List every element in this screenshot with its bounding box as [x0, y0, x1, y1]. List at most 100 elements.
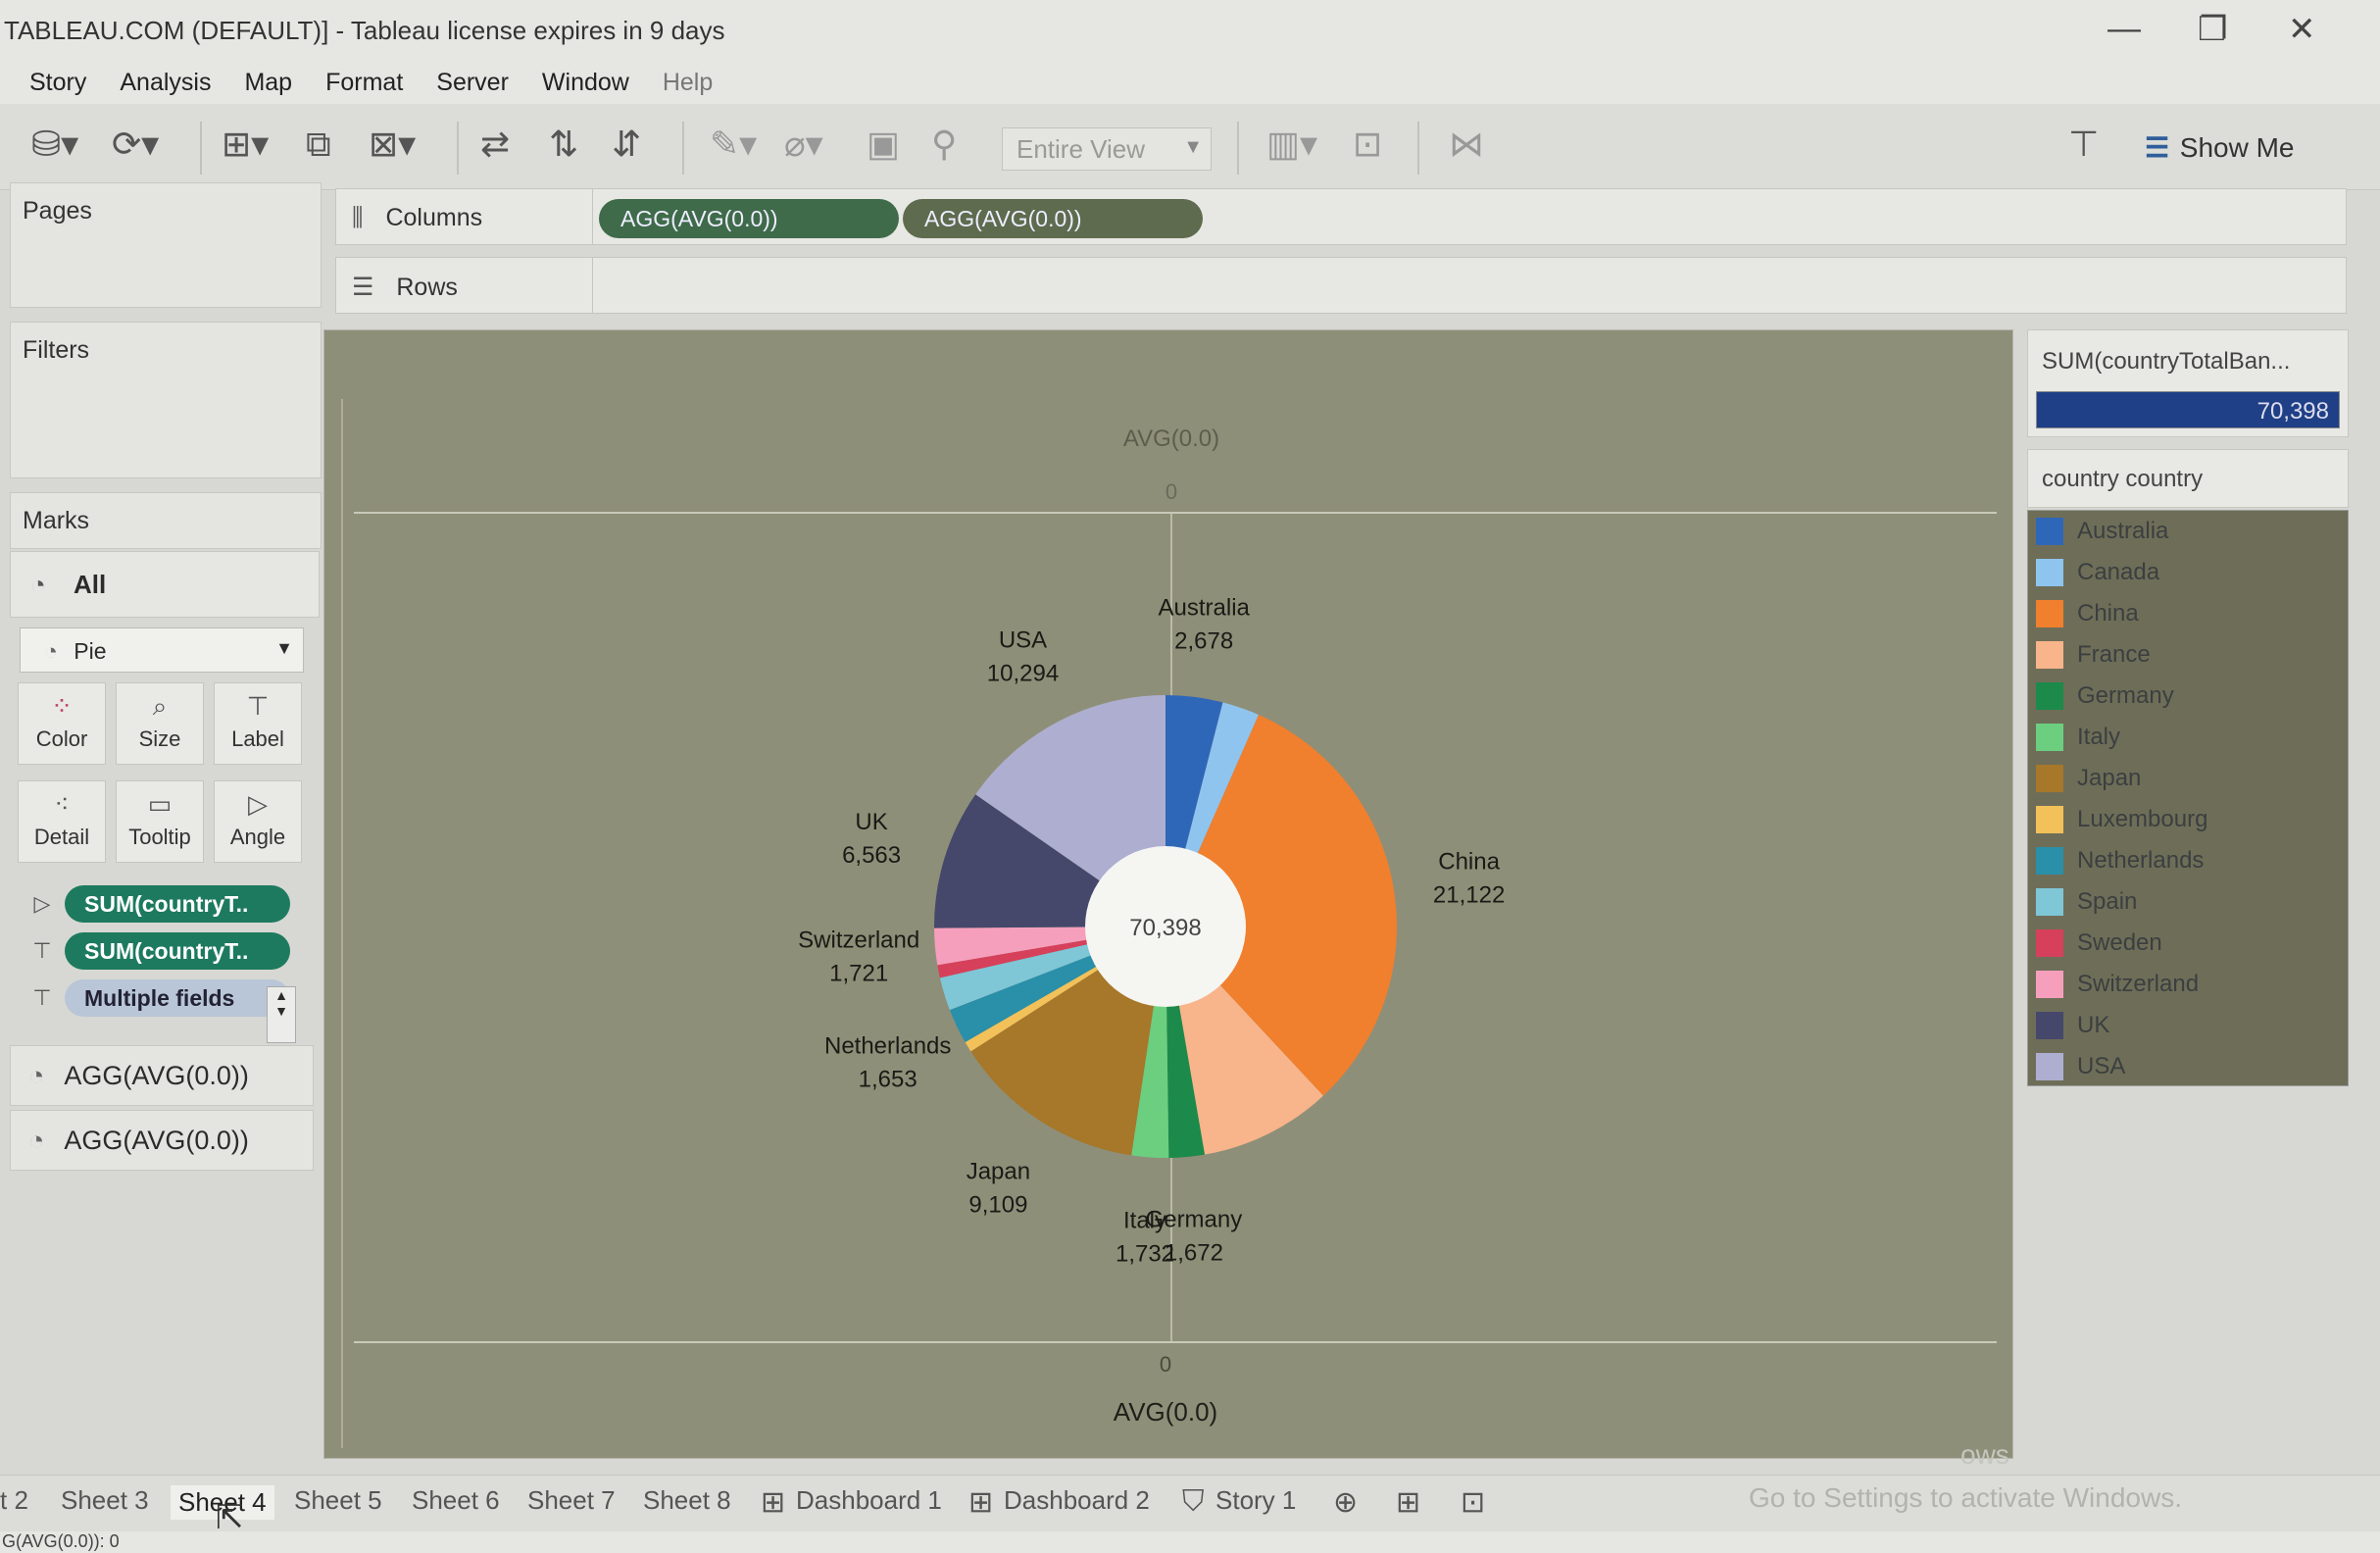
- minimize-button[interactable]: —: [2107, 10, 2141, 48]
- pin-icon[interactable]: ⊤: [2068, 124, 2099, 165]
- color-card[interactable]: ⁘ Color: [18, 682, 106, 765]
- sheet-tab[interactable]: Sheet 8: [643, 1485, 731, 1516]
- legend-item[interactable]: France: [2028, 634, 2348, 676]
- columns-icon: ⫼: [352, 204, 364, 231]
- legend-item[interactable]: Japan: [2028, 758, 2348, 799]
- size-legend[interactable]: SUM(countryTotalBan... 70,398: [2027, 329, 2349, 437]
- sheet-tab[interactable]: Sheet 5: [294, 1485, 382, 1516]
- duplicate-sheet-icon[interactable]: ⧉: [306, 124, 331, 166]
- sort-descending-icon[interactable]: ⇵: [612, 124, 641, 165]
- menu-analysis[interactable]: Analysis: [120, 69, 211, 97]
- presentation-mode-icon[interactable]: ⊡: [1353, 124, 1382, 165]
- legend-item-label: Japan: [2077, 765, 2142, 791]
- label-field-pill[interactable]: SUM(countryT..: [65, 932, 290, 970]
- legend-item[interactable]: Germany: [2028, 676, 2348, 717]
- chart-view[interactable]: AVG(0.0) 0 0 AVG(0.0) 70,398 Australia 2,…: [323, 329, 2013, 1459]
- show-cards-icon[interactable]: ▥▾: [1266, 124, 1317, 165]
- columns-shelf[interactable]: ⫼ Columns AGG(AVG(0.0)) AGG(AVG(0.0)): [335, 188, 2347, 245]
- legend-item[interactable]: Sweden: [2028, 923, 2348, 964]
- legend-item[interactable]: Italy: [2028, 717, 2348, 758]
- menu-map[interactable]: Map: [244, 69, 292, 97]
- new-worksheet-icon[interactable]: ⊕: [1333, 1485, 1358, 1520]
- menu-format[interactable]: Format: [325, 69, 403, 97]
- label-card[interactable]: ⊤ Label: [214, 682, 302, 765]
- story-tab[interactable]: Story 1: [1215, 1485, 1296, 1516]
- legend-item[interactable]: Australia: [2028, 511, 2348, 552]
- rows-shelf[interactable]: ☰ Rows: [335, 257, 2347, 314]
- dashboard-tab[interactable]: Dashboard 1: [796, 1485, 942, 1516]
- angle-card[interactable]: ▷ Angle: [214, 780, 302, 863]
- label-card-label: Label: [231, 726, 284, 751]
- label-icon: ⊤: [32, 938, 52, 963]
- refresh-icon[interactable]: ⟳▾: [112, 124, 159, 165]
- legend-swatch: [2036, 888, 2063, 916]
- legend-item[interactable]: Canada: [2028, 552, 2348, 593]
- highlight-icon[interactable]: ✎▾: [710, 124, 757, 165]
- dashboard-tab[interactable]: Dashboard 2: [1004, 1485, 1150, 1516]
- top-axis-tick: 0: [1165, 479, 1177, 504]
- detail-card[interactable]: ⁖ Detail: [18, 780, 106, 863]
- tooltip-card[interactable]: ▭ Tooltip: [116, 780, 204, 863]
- legend-item-label: France: [2077, 641, 2151, 668]
- filters-panel[interactable]: Filters: [10, 322, 322, 478]
- fix-axes-icon[interactable]: ⚲: [931, 124, 957, 165]
- column-pill-2[interactable]: AGG(AVG(0.0)): [903, 199, 1203, 238]
- slice-label-uk: UK 6,563: [842, 809, 901, 869]
- menu-window[interactable]: Window: [542, 69, 629, 97]
- share-icon[interactable]: ⋈: [1449, 124, 1484, 165]
- angle-field-pill[interactable]: SUM(countryT..: [65, 885, 290, 923]
- menu-server[interactable]: Server: [436, 69, 509, 97]
- restore-button[interactable]: ❐: [2198, 10, 2227, 49]
- legend-item-label: Australia: [2077, 518, 2169, 544]
- group-members-icon[interactable]: ⌀▾: [784, 124, 823, 165]
- toolbar-separator: [1237, 122, 1239, 175]
- legend-item[interactable]: Luxembourg: [2028, 799, 2348, 840]
- marks-title: Marks: [23, 507, 90, 534]
- legend-item[interactable]: UK: [2028, 1005, 2348, 1046]
- new-story-icon[interactable]: ⊡: [1461, 1485, 1485, 1520]
- fit-dropdown[interactable]: Entire View ▼: [1002, 127, 1212, 171]
- multiple-fields-pill[interactable]: Multiple fields: [65, 979, 290, 1017]
- label-icon: ⊤: [32, 985, 52, 1010]
- size-card[interactable]: ⌕ Size: [116, 682, 204, 765]
- show-me-button[interactable]: ☰ Show Me: [2145, 131, 2295, 164]
- menu-story[interactable]: Story: [29, 69, 86, 97]
- legend-item[interactable]: Netherlands: [2028, 840, 2348, 881]
- legend-item[interactable]: Spain: [2028, 881, 2348, 923]
- sort-ascending-icon[interactable]: ⇅: [549, 124, 578, 165]
- menu-help[interactable]: Help: [663, 69, 713, 97]
- pie-icon: ◔: [44, 638, 58, 664]
- marks-all-card[interactable]: ◔ All: [10, 551, 320, 618]
- sheet-tab[interactable]: t 2: [0, 1485, 28, 1516]
- close-button[interactable]: ✕: [2288, 10, 2316, 49]
- mark-type-dropdown[interactable]: ◔ Pie ▼: [20, 627, 304, 673]
- legend-item-label: UK: [2077, 1012, 2110, 1038]
- sheet-tab[interactable]: Sheet 6: [412, 1485, 500, 1516]
- save-data-source-icon[interactable]: ⛁▾: [31, 124, 78, 165]
- legend-swatch: [2036, 518, 2063, 545]
- marks-scrollbar[interactable]: ▲ ▼: [267, 986, 296, 1043]
- marks-card-agg-2[interactable]: ◔ AGG(AVG(0.0)): [10, 1110, 314, 1171]
- status-bar: G(AVG(0.0)): 0: [0, 1531, 2380, 1553]
- swap-rows-columns-icon[interactable]: ⇄: [480, 124, 510, 165]
- column-pill-1[interactable]: AGG(AVG(0.0)): [599, 199, 899, 238]
- show-mark-labels-icon[interactable]: ▣: [867, 124, 900, 165]
- legend-item[interactable]: USA: [2028, 1046, 2348, 1087]
- new-dashboard-icon[interactable]: ⊞: [1396, 1485, 1420, 1520]
- legend-swatch: [2036, 641, 2063, 669]
- angle-icon: ▷: [33, 891, 51, 916]
- new-worksheet-icon[interactable]: ⊞▾: [222, 124, 269, 165]
- rows-icon: ☰: [352, 274, 374, 301]
- marks-card-agg-1[interactable]: ◔ AGG(AVG(0.0)): [10, 1045, 314, 1106]
- sheet-tab[interactable]: Sheet 3: [61, 1485, 149, 1516]
- pages-panel[interactable]: Pages: [10, 182, 322, 308]
- title-bar: TABLEAU.COM (DEFAULT)] - Tableau license…: [0, 0, 2380, 61]
- legend-item-label: Spain: [2077, 888, 2138, 915]
- legend-item-label: Germany: [2077, 682, 2174, 709]
- legend-item[interactable]: Switzerland: [2028, 964, 2348, 1005]
- clear-sheet-icon[interactable]: ⊠▾: [369, 124, 416, 165]
- color-legend: Australia Canada China France Germany Italy Ja…: [2027, 510, 2349, 1086]
- legend-item[interactable]: China: [2028, 593, 2348, 634]
- sheet-tab[interactable]: Sheet 7: [527, 1485, 616, 1516]
- angle-icon: ▷: [248, 789, 268, 819]
